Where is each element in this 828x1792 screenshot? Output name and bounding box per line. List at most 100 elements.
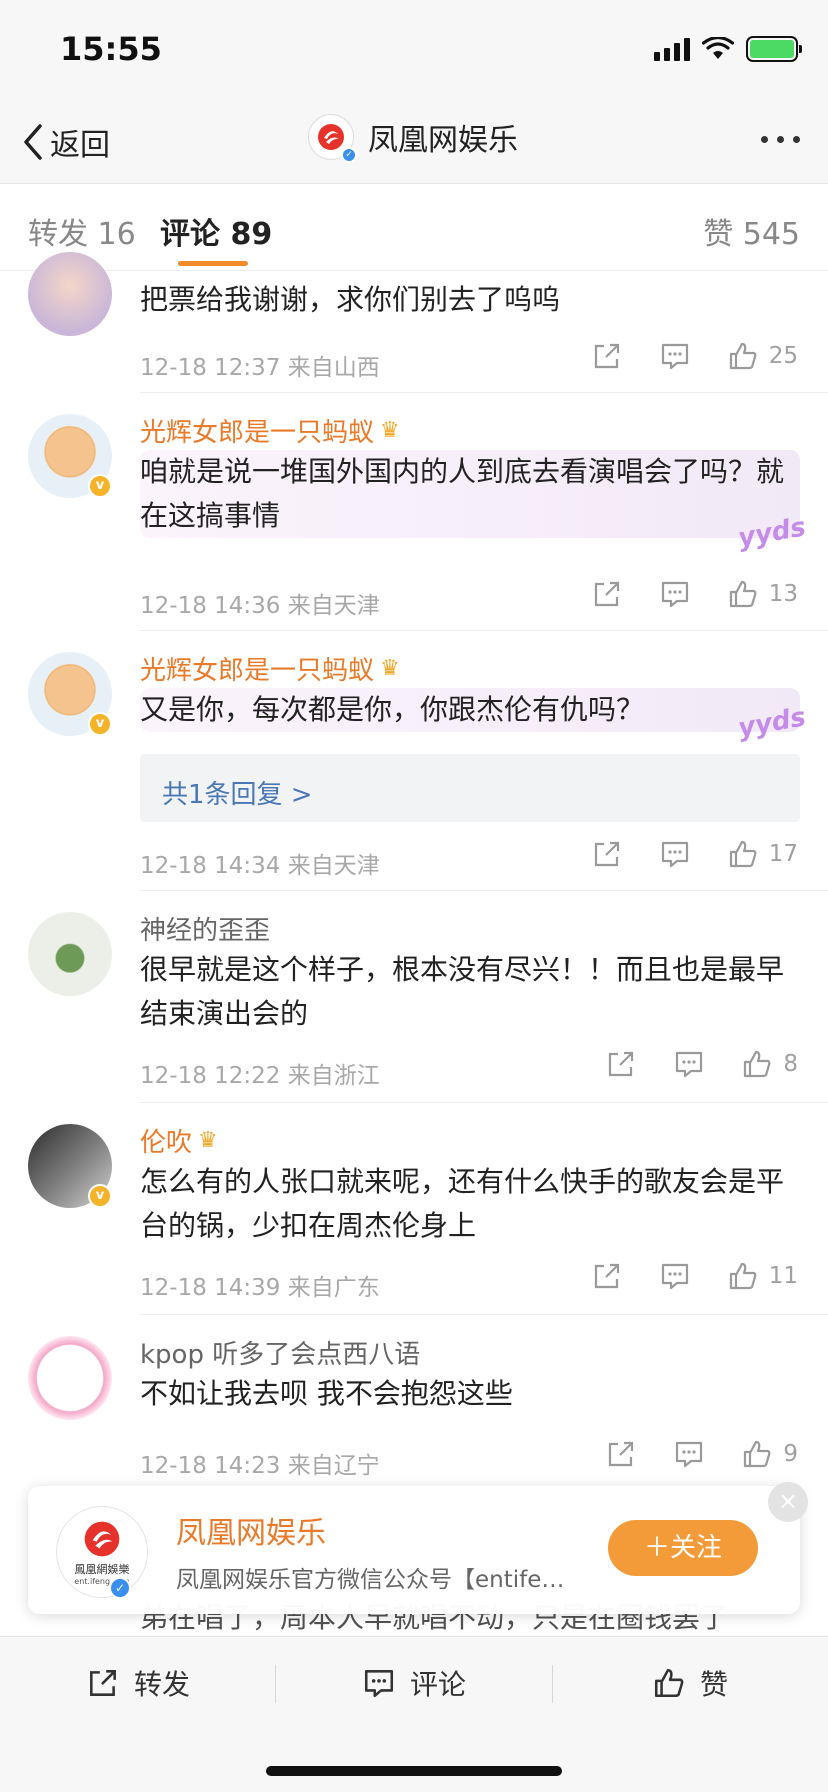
repost-label: 转发 [134, 1668, 191, 1701]
share-icon[interactable] [605, 1438, 637, 1470]
tab-repost[interactable]: 转发 16 [28, 209, 136, 253]
comment-time: 12-18 14:36 来自天津 [140, 593, 380, 619]
comment-meta: 12-18 14:34 来自天津 17 [140, 838, 798, 879]
comment-text: 怎么有的人张口就来呢，还有什么快手的歌友会是平台的锅，少扣在周杰伦身上 [140, 1165, 785, 1242]
comment-divider [140, 392, 828, 393]
comment-username[interactable]: 伦吹 ♛ [140, 1122, 218, 1159]
thumbs-up-icon [729, 840, 757, 868]
divider [275, 1665, 276, 1703]
reply-icon[interactable] [659, 340, 691, 372]
comment-meta: 12-18 12:37 来自山西 25 [140, 340, 798, 381]
like-button[interactable]: 17 [727, 838, 798, 870]
like-button[interactable]: 11 [727, 1260, 798, 1292]
share-icon[interactable] [591, 340, 623, 372]
home-indicator [266, 1766, 562, 1776]
wifi-icon [702, 37, 734, 59]
crown-icon: ♛ [380, 656, 400, 681]
crown-icon: ♛ [198, 1128, 218, 1153]
more-options-button[interactable] [761, 136, 800, 143]
comment-text: 很早就是这个样子，根本没有尽兴！！而且也是最早结束演出会的 [140, 953, 785, 1030]
nav-title: 凤凰网娱乐 [368, 123, 518, 158]
verified-badge-icon: ✓ [109, 1577, 131, 1599]
like-count: 25 [768, 343, 798, 369]
like-button[interactable]: 9 [741, 1438, 798, 1470]
comment-actions: 9 [605, 1438, 798, 1470]
crown-icon: ♛ [380, 418, 400, 443]
comment-label: 评论 [410, 1668, 467, 1701]
user-avatar[interactable] [28, 1336, 112, 1420]
comment-username[interactable]: 光辉女郎是一只蚂蚁 ♛ [140, 650, 400, 687]
comment-username[interactable]: 神经的歪歪 [140, 910, 270, 947]
share-icon[interactable] [605, 1048, 637, 1080]
like-button[interactable]: 25 [727, 340, 798, 372]
thumbs-up-icon [744, 1050, 771, 1078]
like-count: 13 [768, 581, 798, 607]
reply-icon[interactable] [673, 1438, 705, 1470]
like-button[interactable]: 赞 [652, 1663, 728, 1703]
comment-actions: 11 [591, 1260, 798, 1292]
logo-text: 鳳凰網娛樂 [74, 1562, 130, 1576]
tab-active-indicator [178, 261, 248, 266]
comment-time: 12-18 12:37 来自山西 [140, 355, 380, 381]
comment-actions: 25 [591, 340, 798, 372]
comment-button[interactable]: 评论 [362, 1663, 466, 1703]
chevron-left-icon [24, 124, 42, 160]
comment-text: 不如让我去呗 我不会抱怨这些 [140, 1377, 513, 1410]
like-button[interactable]: 13 [727, 578, 798, 610]
comment-divider [140, 630, 828, 631]
comment-time: 12-18 14:39 来自广东 [140, 1275, 380, 1301]
nav-bar: 返回 ✓ 凤凰网娱乐 [0, 100, 828, 184]
share-icon[interactable] [591, 578, 623, 610]
thumbs-up-icon [744, 1440, 771, 1468]
reply-icon[interactable] [659, 578, 691, 610]
account-name[interactable]: 凤凰网娱乐 [176, 1508, 326, 1552]
like-count: 8 [783, 1051, 798, 1077]
verified-badge-icon: v [88, 1184, 112, 1208]
status-icons [654, 36, 802, 62]
verified-badge-icon: v [88, 474, 112, 498]
tab-comment[interactable]: 评论 89 [160, 209, 272, 253]
user-avatar[interactable] [28, 912, 112, 996]
view-replies-link[interactable]: 共1条回复 > [140, 754, 800, 822]
reply-icon[interactable] [659, 1260, 691, 1292]
comment-meta: 12-18 14:23 来自辽宁 9 [140, 1438, 798, 1479]
comment-username[interactable]: 光辉女郎是一只蚂蚁 ♛ [140, 412, 400, 449]
comment-meta: 12-18 12:22 来自浙江 8 [140, 1048, 798, 1089]
back-button[interactable]: 返回 [22, 120, 110, 164]
thumbs-up-icon [729, 580, 757, 608]
comment-divider [140, 1102, 828, 1103]
comment-meta: 12-18 14:36 来自天津 13 [140, 578, 798, 619]
follow-suggestion-card: 鳳凰網娛樂 ent.ifeng.com ✓ 凤凰网娱乐 凤凰网娱乐官方微信公众号… [28, 1482, 808, 1614]
comment-time: 12-18 12:22 来自浙江 [140, 1063, 380, 1089]
thumbs-up-icon [729, 342, 757, 370]
comment-actions: 17 [591, 838, 798, 870]
comment-username[interactable]: kpop 听多了会点西八语 [140, 1334, 420, 1371]
account-description: 凤凰网娱乐官方微信公众号【entife… [176, 1567, 565, 1593]
follow-button[interactable]: ＋关注 [608, 1520, 758, 1576]
status-bar: 15:55 [0, 0, 828, 100]
back-label: 返回 [50, 128, 110, 163]
share-icon[interactable] [591, 1260, 623, 1292]
reply-icon[interactable] [673, 1048, 705, 1080]
nav-account[interactable]: ✓ 凤凰网娱乐 [308, 114, 518, 163]
comment-actions: 13 [591, 578, 798, 610]
like-button[interactable]: 8 [741, 1048, 798, 1080]
account-avatar[interactable]: 鳳凰網娛樂 ent.ifeng.com ✓ [56, 1506, 148, 1599]
ifeng-logo-icon [84, 1521, 120, 1556]
verified-badge-icon: ✓ [341, 147, 357, 163]
tab-like[interactable]: 赞 545 [703, 209, 800, 253]
like-count: 11 [768, 1263, 798, 1289]
share-icon[interactable] [591, 838, 623, 870]
close-icon[interactable]: × [768, 1482, 808, 1522]
user-avatar[interactable] [28, 252, 112, 336]
comment-divider [140, 1314, 828, 1315]
battery-icon [746, 36, 802, 62]
reply-icon[interactable] [659, 838, 691, 870]
comment-meta: 12-18 14:39 来自广东 11 [140, 1260, 798, 1301]
tab-bar: 转发 16 评论 89 赞 545 [0, 185, 828, 271]
repost-button[interactable]: 转发 [86, 1663, 190, 1703]
comment-text: 咱就是说一堆国外国内的人到底去看演唱会了吗？就在这搞事情 [140, 450, 800, 538]
comment-actions: 8 [605, 1048, 798, 1080]
account-avatar[interactable]: ✓ [308, 114, 357, 163]
ifeng-logo-icon [318, 124, 344, 150]
